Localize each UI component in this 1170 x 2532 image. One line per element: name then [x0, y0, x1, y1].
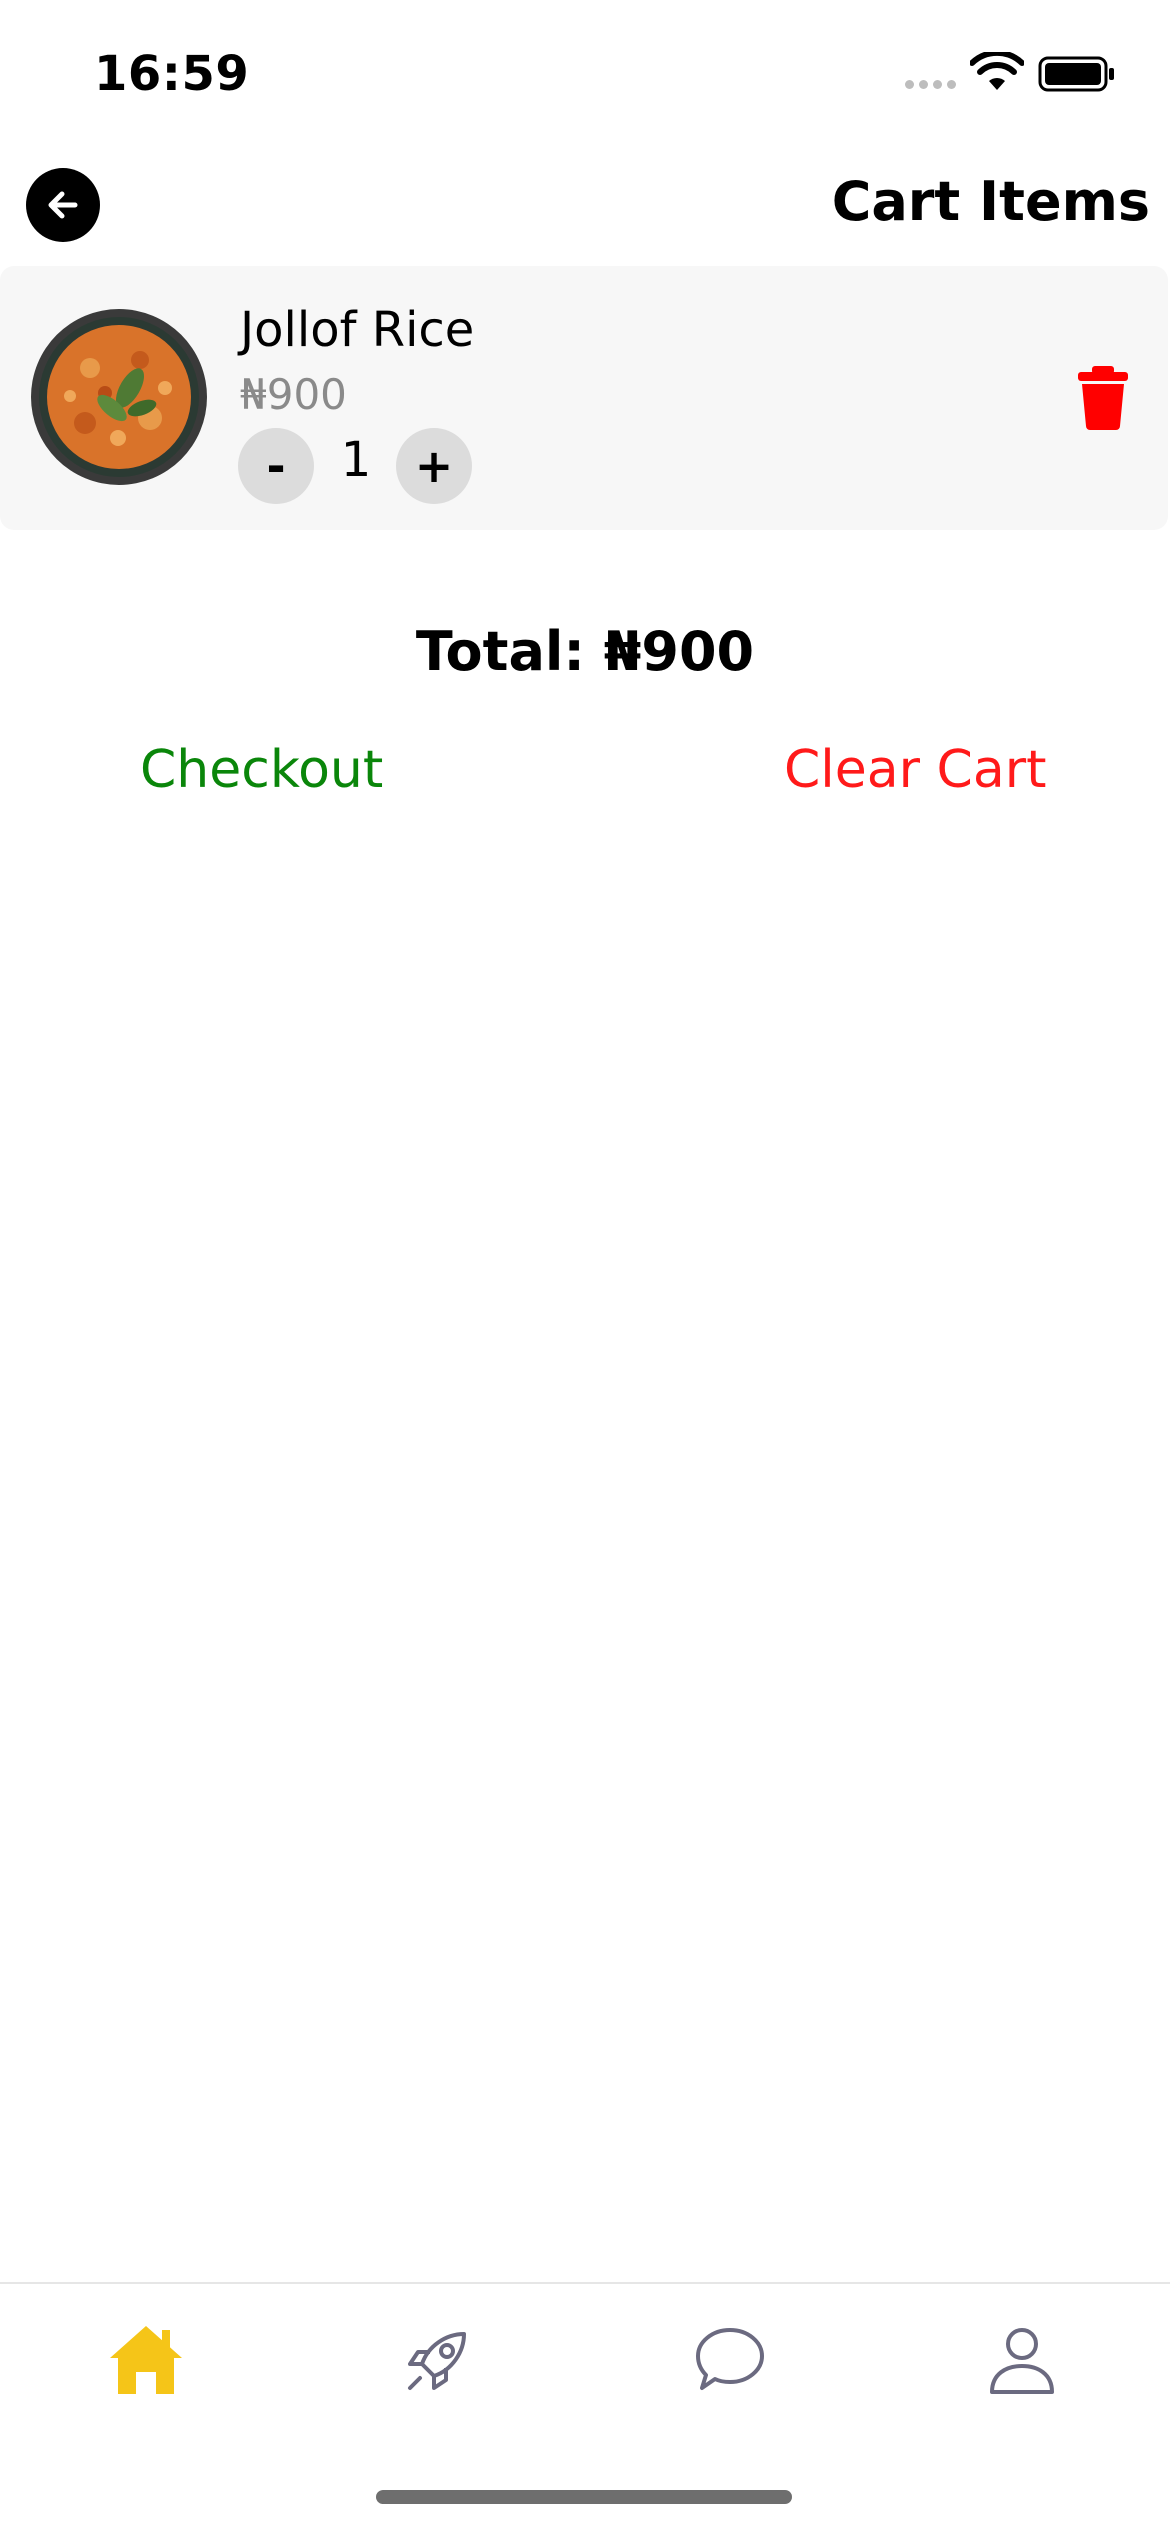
- rocket-icon[interactable]: [398, 2320, 478, 2400]
- checkout-button[interactable]: Checkout: [140, 740, 383, 800]
- status-time: 16:59: [94, 46, 250, 102]
- arrow-left-icon: [48, 191, 78, 219]
- cellular-signal-icon: [905, 80, 959, 92]
- item-price: ₦900: [240, 370, 347, 419]
- clear-cart-button[interactable]: Clear Cart: [784, 740, 1046, 800]
- jollof-rice-photo: [30, 308, 208, 486]
- home-icon[interactable]: [106, 2320, 186, 2400]
- cart-screen: 16:59 Cart Items Jollof Rice ₦900 - 1 + …: [0, 0, 1170, 2532]
- status-bar: 16:59: [0, 0, 1170, 150]
- item-name: Jollof Rice: [240, 302, 475, 358]
- back-button[interactable]: [26, 168, 100, 242]
- chat-icon[interactable]: [690, 2320, 770, 2400]
- home-indicator: [376, 2490, 792, 2504]
- battery-icon: [1038, 56, 1114, 92]
- item-quantity: 1: [340, 432, 372, 488]
- wifi-icon: [970, 52, 1024, 90]
- cart-total: Total: ₦900: [415, 620, 755, 683]
- cart-item: Jollof Rice ₦900 - 1 +: [0, 266, 1168, 530]
- profile-icon[interactable]: [982, 2320, 1062, 2400]
- page-title: Cart Items: [831, 170, 1150, 233]
- increase-quantity-button[interactable]: +: [396, 428, 472, 504]
- decrease-quantity-button[interactable]: -: [238, 428, 314, 504]
- header: Cart Items: [0, 160, 1170, 260]
- trash-icon[interactable]: [1076, 366, 1130, 430]
